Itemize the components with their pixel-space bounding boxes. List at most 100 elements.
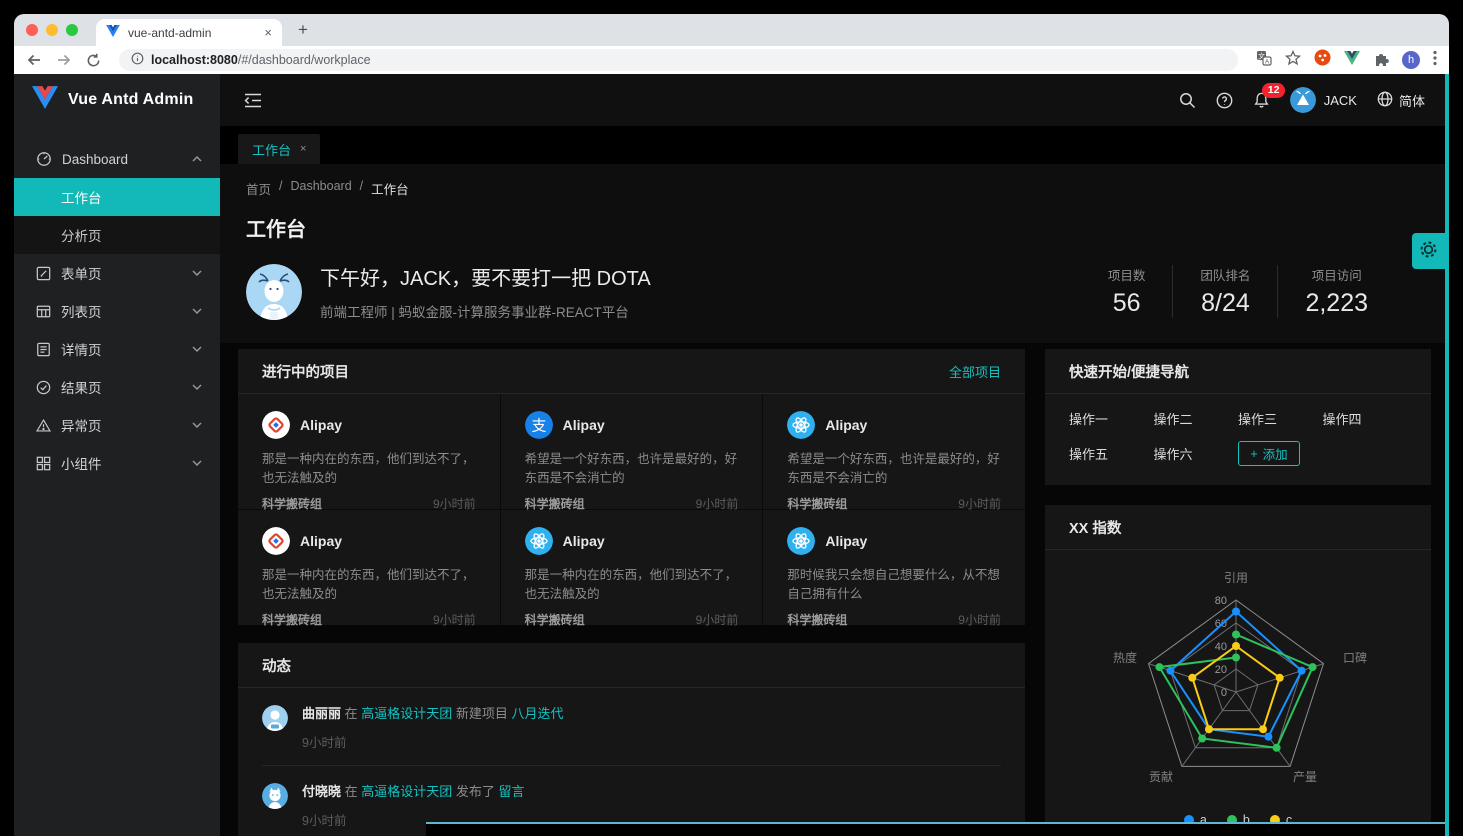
sidebar-item-list[interactable]: 列表页 — [14, 292, 220, 330]
forward-icon[interactable] — [56, 52, 72, 68]
reload-icon[interactable] — [86, 53, 101, 68]
sidebar-item-detail[interactable]: 详情页 — [14, 330, 220, 368]
stat-item: 项目访问2,223 — [1277, 265, 1395, 318]
quicknav-card: 快速开始/便捷导航 操作一操作二操作三操作四操作五操作六+添加 — [1045, 349, 1431, 485]
activity-link[interactable]: 高逼格设计天团 — [361, 784, 452, 799]
sidebar-item-form[interactable]: 表单页 — [14, 254, 220, 292]
user-name: JACK — [1324, 93, 1357, 108]
project-card[interactable]: Alipay那是一种内在的东西，他们到达不了，也无法触及的科学搬砖组9小时前 — [238, 510, 500, 625]
chevron-down-icon — [192, 346, 202, 352]
sidebar-subitem-analysis[interactable]: 分析页 — [14, 216, 220, 254]
page-content: 首页/Dashboard/工作台 工作台 下午好，JACK，要不要打一把 DOT… — [220, 164, 1449, 836]
extension-vue-icon[interactable] — [1344, 51, 1360, 70]
settings-button[interactable] — [1412, 233, 1445, 269]
svg-text:40: 40 — [1215, 641, 1227, 653]
project-name[interactable]: Alipay — [563, 533, 605, 549]
vue-favicon-icon — [106, 25, 120, 40]
address-bar[interactable]: localhost:8080/#/dashboard/workplace — [119, 49, 1238, 71]
project-card[interactable]: 支Alipay希望是一个好东西，也许是最好的，好东西是不会消亡的科学搬砖组9小时… — [501, 394, 763, 509]
breadcrumb-item[interactable]: 首页 — [246, 179, 271, 198]
activity-link[interactable]: 八月迭代 — [512, 706, 564, 721]
svg-text:0: 0 — [1221, 687, 1227, 699]
project-name[interactable]: Alipay — [825, 533, 867, 549]
svg-text:A: A — [1265, 58, 1270, 65]
window-zoom-button[interactable] — [66, 24, 78, 36]
app-logo[interactable]: Vue Antd Admin — [14, 74, 220, 126]
activity-user[interactable]: 付晓晓 — [302, 784, 341, 799]
project-card[interactable]: Alipay希望是一个好东西，也许是最好的，好东西是不会消亡的科学搬砖组9小时前 — [763, 394, 1025, 509]
search-icon[interactable] — [1179, 92, 1196, 109]
stat-item: 项目数56 — [1081, 265, 1173, 318]
page-tab-close-icon[interactable]: × — [300, 143, 306, 155]
react-icon — [525, 527, 553, 555]
help-icon[interactable] — [1216, 92, 1233, 109]
extension-orange-icon[interactable] — [1314, 49, 1331, 71]
sidebar-subitem-workplace[interactable]: 工作台 — [14, 178, 220, 216]
project-name[interactable]: Alipay — [300, 533, 342, 549]
page-tab-workplace[interactable]: 工作台 × — [238, 134, 320, 164]
svg-text:支: 支 — [531, 418, 546, 435]
stat-item: 团队排名8/24 — [1172, 265, 1277, 318]
svg-text:贡献: 贡献 — [1149, 769, 1173, 784]
window-minimize-button[interactable] — [46, 24, 58, 36]
profile-icon — [36, 342, 51, 357]
extensions-puzzle-icon[interactable] — [1373, 50, 1389, 71]
project-card[interactable]: Alipay那时候我只会想自己想要什么，从不想自己拥有什么科学搬砖组9小时前 — [763, 510, 1025, 625]
bookmark-star-icon[interactable] — [1285, 50, 1301, 71]
site-info-icon[interactable] — [131, 52, 144, 68]
user-menu[interactable]: JACK — [1290, 87, 1357, 113]
project-card[interactable]: Alipay那是一种内在的东西，他们到达不了，也无法触及的科学搬砖组9小时前 — [501, 510, 763, 625]
quicknav-action-2[interactable]: 操作二 — [1154, 409, 1239, 428]
projects-card: 进行中的项目 全部项目 Alipay那是一种内在的东西，他们到达不了，也无法触及… — [238, 349, 1025, 625]
antd-icon — [262, 411, 290, 439]
sidebar-item-dashboard[interactable]: Dashboard — [14, 140, 220, 178]
quicknav-action-3[interactable]: 操作三 — [1238, 409, 1323, 428]
stat-label: 项目数 — [1108, 265, 1146, 284]
window-close-button[interactable] — [26, 24, 38, 36]
chevron-up-icon — [192, 156, 202, 162]
content-body: 进行中的项目 全部项目 Alipay那是一种内在的东西，他们到达不了，也无法触及… — [220, 343, 1449, 836]
activity-user[interactable]: 曲丽丽 — [302, 706, 341, 721]
menu-fold-icon[interactable] — [244, 93, 262, 108]
quicknav-action-1[interactable]: 操作一 — [1069, 409, 1154, 428]
project-group[interactable]: 科学搬砖组 — [787, 611, 847, 628]
back-icon[interactable] — [26, 52, 42, 68]
form-icon — [36, 266, 51, 281]
browser-tab[interactable]: vue-antd-admin × — [96, 19, 282, 46]
main-area: 12 JACK 简体 工作台 × — [220, 74, 1449, 836]
project-card[interactable]: Alipay那是一种内在的东西，他们到达不了，也无法触及的科学搬砖组9小时前 — [238, 394, 500, 509]
svg-text:引用: 引用 — [1224, 571, 1248, 585]
quicknav-action-5[interactable]: 操作五 — [1069, 444, 1154, 463]
sidebar-item-result[interactable]: 结果页 — [14, 368, 220, 406]
browser-menu-icon[interactable] — [1433, 50, 1437, 71]
projects-card-title: 进行中的项目 — [262, 361, 349, 382]
breadcrumb-separator: / — [360, 179, 363, 198]
project-group[interactable]: 科学搬砖组 — [262, 611, 322, 628]
browser-profile-avatar[interactable]: h — [1402, 51, 1420, 69]
tab-close-icon[interactable]: × — [264, 25, 272, 40]
project-name[interactable]: Alipay — [300, 417, 342, 433]
breadcrumb: 首页/Dashboard/工作台 — [246, 179, 1423, 198]
activity-link[interactable]: 留言 — [499, 784, 525, 799]
activity-link[interactable]: 高逼格设计天团 — [361, 706, 452, 721]
new-tab-button[interactable]: + — [298, 20, 308, 40]
breadcrumb-item[interactable]: Dashboard — [291, 179, 352, 198]
quicknav-action-4[interactable]: 操作四 — [1323, 409, 1408, 428]
app-root: Vue Antd Admin Dashboard工作台分析页表单页列表页详情页结… — [14, 74, 1449, 836]
sidebar-item-exception[interactable]: 异常页 — [14, 406, 220, 444]
project-group[interactable]: 科学搬砖组 — [525, 611, 585, 628]
all-projects-link[interactable]: 全部项目 — [949, 362, 1001, 381]
project-updated-time: 9小时前 — [958, 611, 1001, 628]
sidebar-item-widgets[interactable]: 小组件 — [14, 444, 220, 482]
project-name[interactable]: Alipay — [825, 417, 867, 433]
quicknav-action-6[interactable]: 操作六 — [1154, 444, 1239, 463]
plus-icon: + — [1250, 447, 1257, 461]
project-name[interactable]: Alipay — [563, 417, 605, 433]
react-icon — [787, 411, 815, 439]
translate-icon[interactable]: 文A — [1256, 50, 1272, 71]
tab-title: vue-antd-admin — [128, 26, 211, 40]
notification-bell-icon[interactable]: 12 — [1253, 91, 1270, 109]
add-action-button[interactable]: +添加 — [1238, 441, 1300, 466]
svg-text:热度: 热度 — [1113, 650, 1137, 665]
language-switcher[interactable]: 简体 — [1377, 91, 1425, 110]
